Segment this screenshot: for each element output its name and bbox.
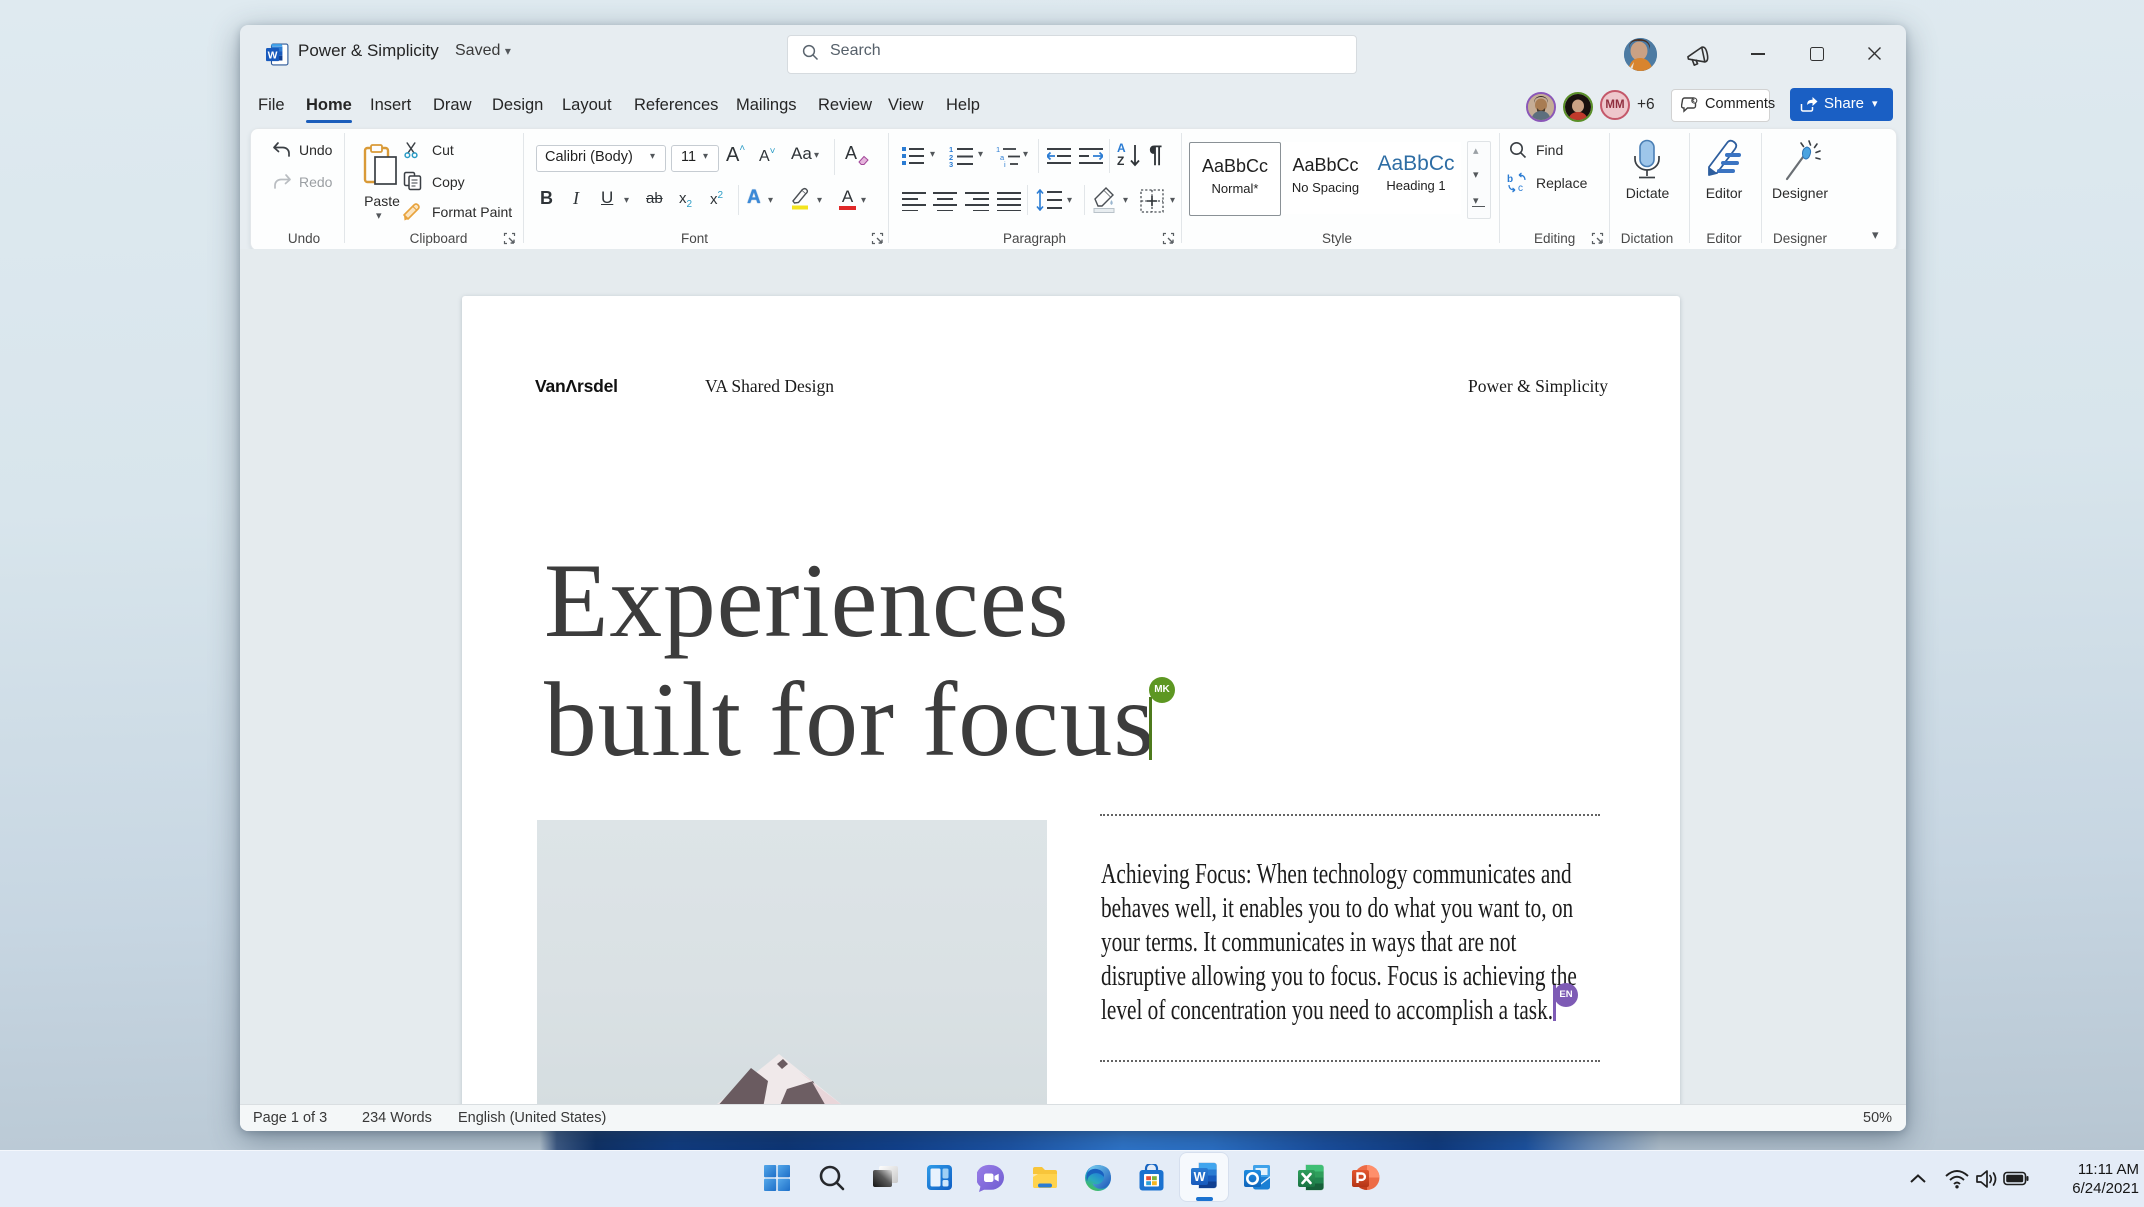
svg-text:c: c [1518,183,1523,193]
svg-text:3: 3 [949,160,953,167]
svg-text:i: i [1004,160,1006,167]
svg-text:W: W [1194,1170,1206,1184]
svg-text:b: b [1507,174,1513,185]
svg-text:W: W [268,50,278,61]
